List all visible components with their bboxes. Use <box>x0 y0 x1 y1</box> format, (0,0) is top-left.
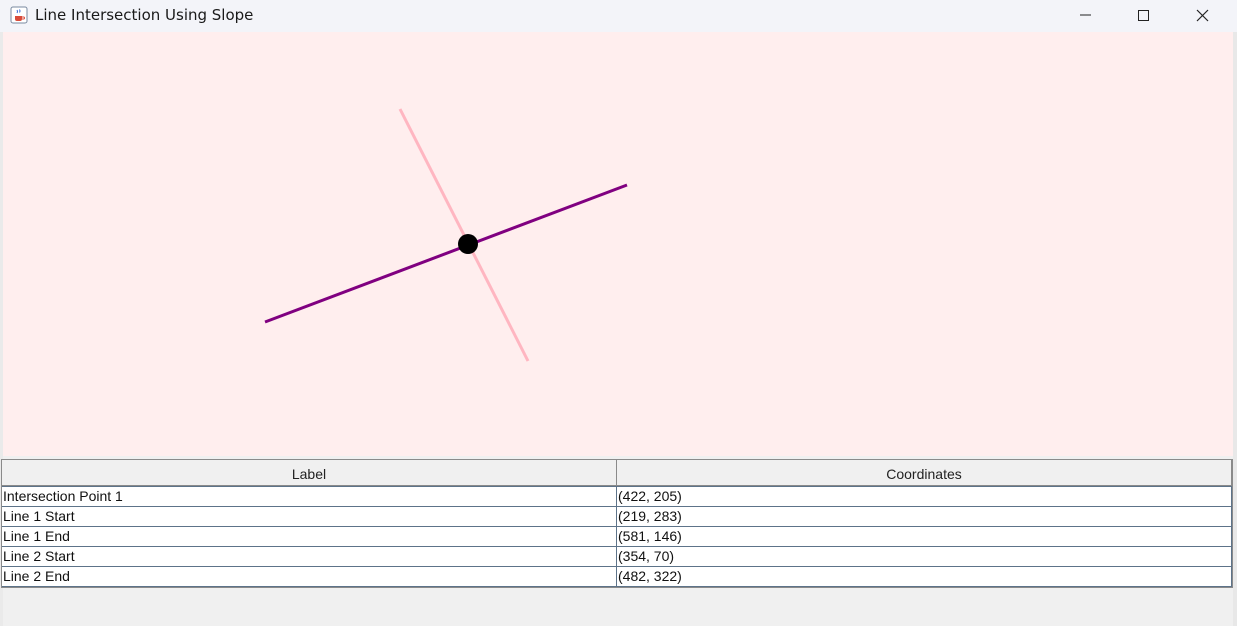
intersection-point <box>458 234 478 254</box>
cell-label[interactable]: Line 2 Start <box>2 547 617 566</box>
cell-coordinates[interactable]: (219, 283) <box>617 507 1232 526</box>
close-icon <box>1196 9 1209 22</box>
window-title: Line Intersection Using Slope <box>35 6 254 24</box>
column-header-coordinates[interactable]: Coordinates <box>617 460 1232 485</box>
window-border-right <box>1233 32 1237 626</box>
maximize-button[interactable] <box>1115 0 1173 32</box>
table-body: Intersection Point 1 (422, 205) Line 1 S… <box>2 486 1232 587</box>
cell-label[interactable]: Line 1 End <box>2 527 617 546</box>
column-header-label[interactable]: Label <box>2 460 617 485</box>
coordinates-table[interactable]: Label Coordinates Intersection Point 1 (… <box>1 459 1233 588</box>
cell-label[interactable]: Line 1 Start <box>2 507 617 526</box>
table-row[interactable]: Line 2 End (482, 322) <box>2 566 1232 587</box>
cell-label[interactable]: Line 2 End <box>2 567 617 586</box>
cell-coordinates[interactable]: (354, 70) <box>617 547 1232 566</box>
table-header: Label Coordinates <box>2 460 1232 486</box>
minimize-icon <box>1080 14 1091 16</box>
cell-coordinates[interactable]: (482, 322) <box>617 567 1232 586</box>
drawing-canvas[interactable] <box>3 32 1233 456</box>
table-row[interactable]: Line 1 Start (219, 283) <box>2 506 1232 527</box>
cell-coordinates[interactable]: (422, 205) <box>617 487 1232 506</box>
close-button[interactable] <box>1174 0 1232 32</box>
java-coffee-icon <box>10 6 28 24</box>
table-row[interactable]: Line 2 Start (354, 70) <box>2 546 1232 567</box>
app-window: Line Intersection Using Slope Label Coor… <box>0 0 1237 626</box>
minimize-button[interactable] <box>1057 0 1115 32</box>
line-1 <box>264 183 628 324</box>
cell-label[interactable]: Intersection Point 1 <box>2 487 617 506</box>
lines-plot <box>264 108 628 362</box>
maximize-icon <box>1138 10 1149 21</box>
cell-coordinates[interactable]: (581, 146) <box>617 527 1232 546</box>
table-row[interactable]: Intersection Point 1 (422, 205) <box>2 486 1232 507</box>
table-row[interactable]: Line 1 End (581, 146) <box>2 526 1232 547</box>
title-bar[interactable]: Line Intersection Using Slope <box>0 0 1237 32</box>
